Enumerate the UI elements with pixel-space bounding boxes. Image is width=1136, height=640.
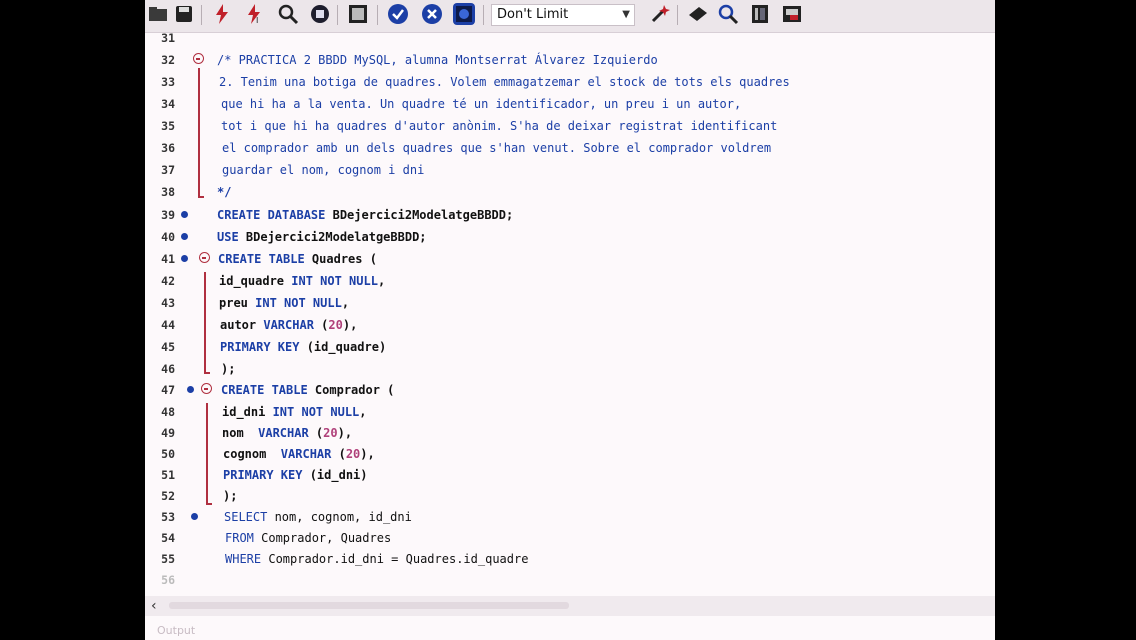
code-line: 36 el comprador amb un dels quadres que s… — [161, 141, 772, 155]
fold-toggle-icon[interactable] — [193, 53, 204, 64]
code-line: 53 SELECT nom, cognom, id_dni — [161, 510, 412, 524]
code-line: 33 2. Tenim una botiga de quadres. Volem … — [161, 75, 790, 89]
code-line: 49 nom VARCHAR (20), — [161, 426, 353, 440]
open-folder-icon[interactable] — [147, 3, 169, 25]
stop-icon[interactable] — [309, 3, 331, 25]
limit-select-value: Don't Limit — [497, 7, 569, 22]
statement-marker-icon — [181, 211, 188, 218]
statement-marker-icon — [187, 386, 194, 393]
autocommit-icon[interactable] — [453, 3, 475, 25]
code-line: 44 autor VARCHAR (20), — [161, 318, 358, 332]
code-line: 38 */ — [161, 185, 232, 199]
sql-editor[interactable]: 31 32/* PRACTICA 2 BBDD MySQL, alumna Mo… — [145, 31, 995, 593]
code-line: 50 cognom VARCHAR (20), — [161, 447, 375, 461]
beautify-icon[interactable] — [649, 3, 671, 25]
code-line: 51 PRIMARY KEY (id_dni) — [161, 468, 368, 482]
fold-toggle-icon[interactable] — [199, 252, 210, 263]
code-line: 45 PRIMARY KEY (id_quadre) — [161, 340, 387, 354]
statement-marker-icon — [191, 513, 198, 520]
toggle-output-icon[interactable] — [347, 3, 369, 25]
code-line: 41 CREATE TABLE Quadres ( — [161, 252, 377, 266]
scroll-left-icon[interactable]: ‹ — [151, 596, 157, 616]
code-line: 46); — [161, 362, 236, 376]
code-line: 34 que hi ha a la venta. Un quadre té un … — [161, 97, 742, 111]
code-line: 43 preu INT NOT NULL, — [161, 296, 350, 310]
code-line: 37 guardar el nom, cognom i dni — [161, 163, 425, 177]
svg-text:I: I — [256, 16, 258, 25]
code-line: 42 id_quadre INT NOT NULL, — [161, 274, 386, 288]
toggle-panel-icon[interactable] — [781, 3, 803, 25]
fold-toggle-icon[interactable] — [201, 383, 212, 394]
code-line: 55 WHERE Comprador.id_dni = Quadres.id_qu… — [161, 552, 529, 566]
find-icon[interactable] — [687, 3, 709, 25]
code-line: 35 tot i que hi ha quadres d'autor anònim… — [161, 119, 778, 133]
output-panel-label[interactable]: Output — [157, 624, 195, 637]
code-line: 39 CREATE DATABASE BDejercici2ModelatgeBB… — [161, 208, 514, 222]
code-line: 56 — [161, 573, 175, 587]
code-line: 47 CREATE TABLE Comprador ( — [161, 383, 395, 397]
invisible-chars-icon[interactable] — [717, 3, 739, 25]
execute-icon[interactable] — [211, 3, 233, 25]
rollback-icon[interactable] — [421, 3, 443, 25]
explain-icon[interactable] — [277, 3, 299, 25]
code-line: 48 id_dni INT NOT NULL, — [161, 405, 367, 419]
code-line: 32/* PRACTICA 2 BBDD MySQL, alumna Monts… — [161, 53, 658, 67]
chevron-down-icon: ▼ — [622, 9, 630, 20]
scrollbar-thumb[interactable] — [169, 602, 569, 609]
save-icon[interactable] — [173, 3, 195, 25]
wrap-icon[interactable] — [749, 3, 771, 25]
limit-rows-select[interactable]: Don't Limit ▼ — [491, 4, 635, 26]
code-line: 54 FROM Comprador, Quadres — [161, 531, 392, 545]
execute-current-icon[interactable]: I — [243, 3, 265, 25]
code-line: 40 USE BDejercici2ModelatgeBBDD; — [161, 230, 427, 244]
code-line: 52); — [161, 489, 238, 503]
horizontal-scrollbar[interactable]: ‹ — [145, 596, 995, 616]
statement-marker-icon — [181, 233, 188, 240]
workbench-window: I Don't Limit ▼ 31 32 /* PRACTICA 2 BBDD… — [145, 0, 995, 640]
commit-icon[interactable] — [387, 3, 409, 25]
statement-marker-icon — [181, 255, 188, 262]
code-line: 31 — [161, 31, 175, 45]
